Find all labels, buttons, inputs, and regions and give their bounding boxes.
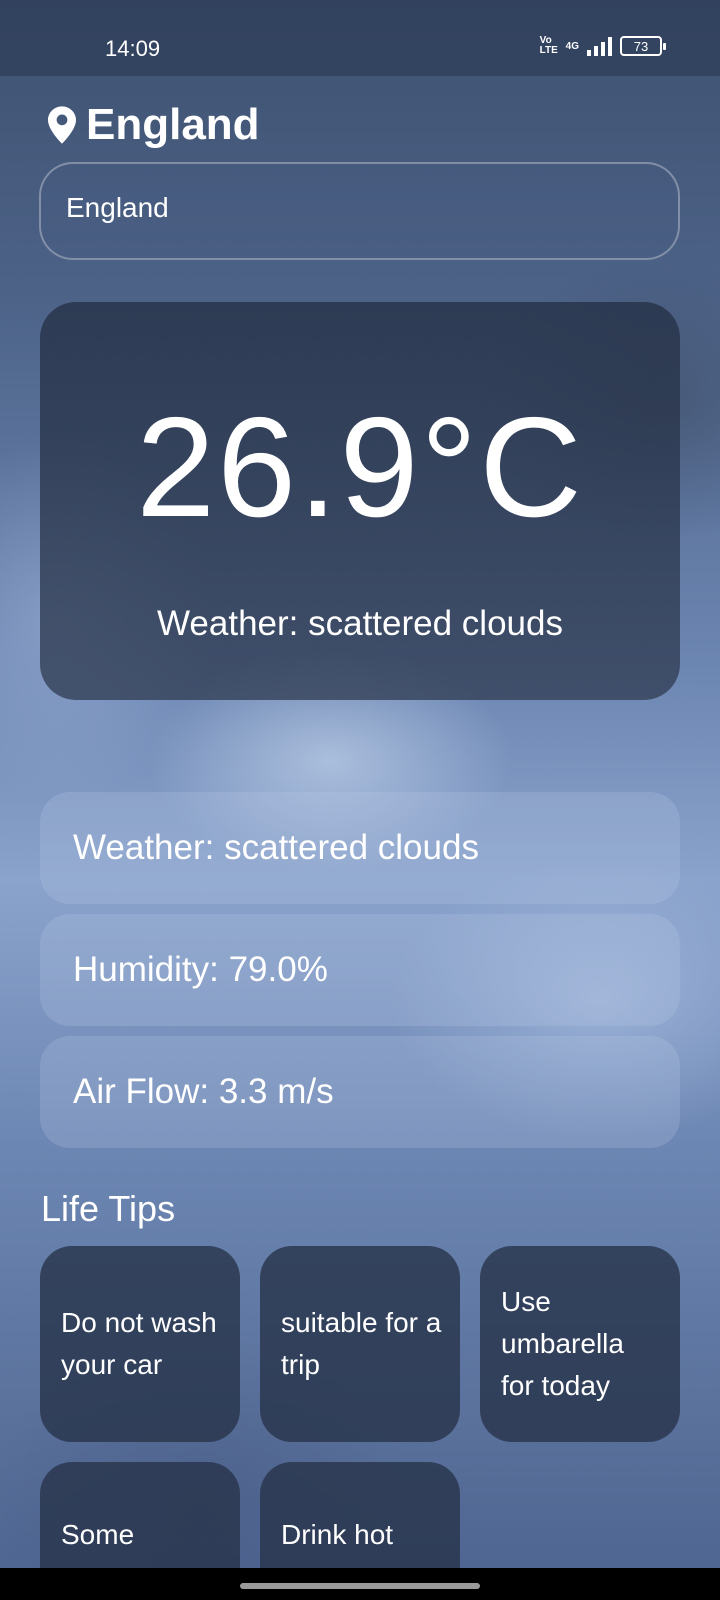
tip-card[interactable]: Use umbarella for today: [480, 1246, 680, 1442]
battery-icon: 73: [620, 36, 666, 56]
current-weather-card: 26.9°C Weather: scattered clouds: [40, 302, 680, 700]
air-flow-card: Air Flow: 3.3 m/s: [40, 1036, 680, 1148]
temperature-value: 26.9°C: [136, 388, 584, 547]
battery-level: 73: [633, 38, 649, 54]
location-header: England: [48, 100, 260, 150]
humidity-card: Humidity: 79.0%: [40, 914, 680, 1026]
signal-icon: [587, 36, 612, 56]
home-indicator[interactable]: [240, 1583, 480, 1589]
weather-detail-card: Weather: scattered clouds: [40, 792, 680, 904]
status-icons: Vo LTE 4G 73: [539, 35, 666, 56]
tip-card[interactable]: Do not wash your car: [40, 1246, 240, 1442]
tip-card[interactable]: suitable for a trip: [260, 1246, 460, 1442]
network-type: 4G: [565, 40, 579, 52]
city-search-field[interactable]: [39, 162, 680, 260]
life-tips-title: Life Tips: [41, 1188, 176, 1229]
volte-indicator: Vo LTE: [539, 35, 558, 56]
status-time: 14:09: [105, 36, 161, 61]
city-search-input[interactable]: [66, 192, 646, 224]
map-pin-icon: [48, 106, 76, 144]
status-bar: 14:09 Vo LTE 4G 73: [0, 0, 720, 76]
location-name: England: [86, 100, 260, 149]
weather-description: Weather: scattered clouds: [157, 604, 563, 643]
